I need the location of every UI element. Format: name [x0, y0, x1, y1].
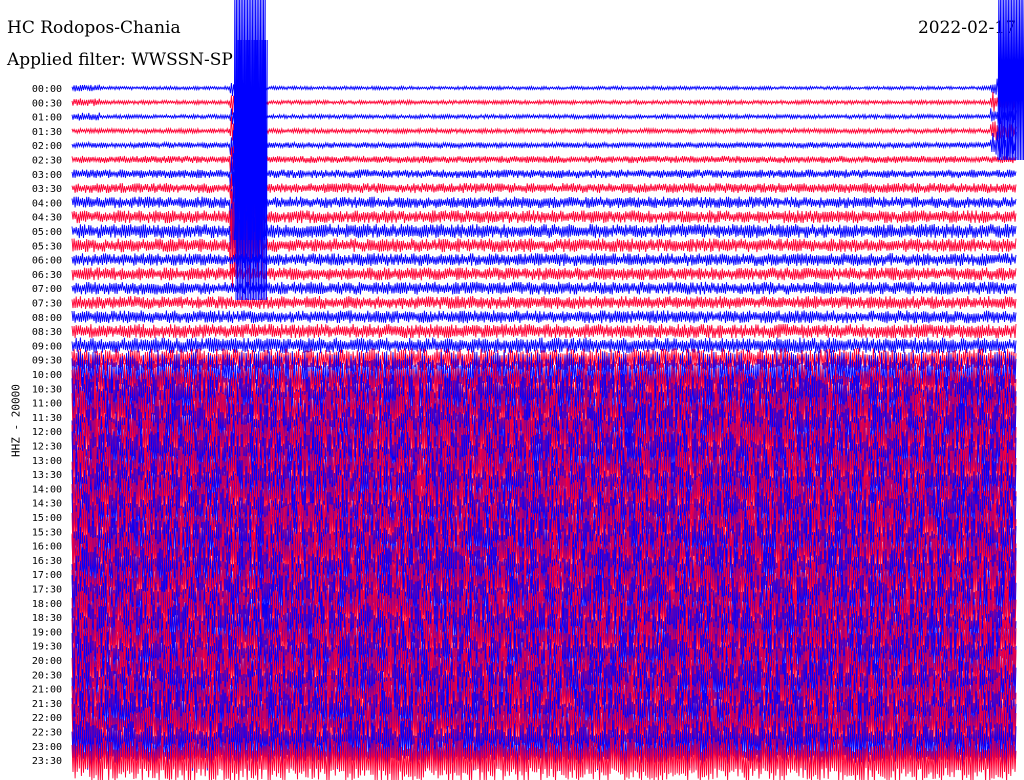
row-time-label: 18:00 — [32, 599, 62, 610]
row-time-label: 06:30 — [32, 270, 62, 281]
row-time-label: 13:00 — [32, 456, 62, 467]
row-time-label: 22:00 — [32, 713, 62, 724]
row-time-label: 03:30 — [32, 184, 62, 195]
row-time-label: 04:00 — [32, 198, 62, 209]
row-time-label: 06:00 — [32, 256, 62, 267]
row-time-label: 21:00 — [32, 685, 62, 696]
trace-line — [71, 323, 1017, 339]
row-time-label: 09:00 — [32, 341, 62, 352]
row-time-label: 19:30 — [32, 642, 62, 653]
row-time-label: 19:00 — [32, 627, 62, 638]
row-time-label: 02:00 — [32, 141, 62, 152]
trace-line — [71, 78, 1017, 98]
row-time-label: 11:30 — [32, 413, 62, 424]
traces — [71, 0, 1024, 780]
row-time-label: 23:30 — [32, 756, 62, 767]
row-time-label: 12:30 — [32, 442, 62, 453]
trace-line — [71, 310, 1017, 324]
row-time-label: 14:30 — [32, 499, 62, 510]
row-time-label: 15:00 — [32, 513, 62, 524]
trace-line — [71, 281, 1017, 295]
row-time-label: 02:30 — [32, 156, 62, 167]
row-time-label: 18:30 — [32, 613, 62, 624]
row-time-label: 08:30 — [32, 327, 62, 338]
row-time-label: 01:00 — [32, 113, 62, 124]
row-time-label: 01:30 — [32, 127, 62, 138]
row-time-label: 14:00 — [32, 484, 62, 495]
trace-line — [71, 104, 1017, 130]
row-time-label: 10:00 — [32, 370, 62, 381]
row-time-label: 00:30 — [32, 98, 62, 109]
row-time-label: 09:30 — [32, 356, 62, 367]
row-time-label: 17:00 — [32, 570, 62, 581]
row-time-label: 13:30 — [32, 470, 62, 481]
row-time-label: 05:30 — [32, 241, 62, 252]
row-time-label: 20:30 — [32, 670, 62, 681]
row-time-label: 20:00 — [32, 656, 62, 667]
trace-line — [71, 253, 1017, 267]
row-time-label: 22:30 — [32, 728, 62, 739]
row-time-label: 17:30 — [32, 585, 62, 596]
row-time-label: 07:00 — [32, 284, 62, 295]
trace-line — [71, 267, 1017, 281]
row-time-label: 05:00 — [32, 227, 62, 238]
row-time-label: 21:30 — [32, 699, 62, 710]
trace-line — [71, 90, 1017, 115]
row-time-label: 15:30 — [32, 527, 62, 538]
row-time-label: 11:00 — [32, 399, 62, 410]
trace-line — [71, 208, 1017, 290]
row-time-label: 10:30 — [32, 384, 62, 395]
row-time-label: 23:00 — [32, 742, 62, 753]
row-time-label: 07:30 — [32, 299, 62, 310]
row-time-label: 08:00 — [32, 313, 62, 324]
trace-line — [71, 116, 1017, 146]
row-labels: 00:00 00:30 01:00 01:30 02:00 02:30 03:00 03:30… — [32, 84, 62, 767]
row-time-label: 16:30 — [32, 556, 62, 567]
row-time-label: 00:00 — [32, 84, 62, 95]
trace-line — [71, 296, 1017, 309]
row-time-label: 16:00 — [32, 542, 62, 553]
row-time-label: 12:00 — [32, 427, 62, 438]
helicorder-plot: 00:00 00:30 01:00 01:30 02:00 02:30 03:00 03:30… — [32, 0, 1024, 780]
row-time-label: 04:30 — [32, 213, 62, 224]
trace-line — [71, 160, 1017, 219]
row-time-label: 03:00 — [32, 170, 62, 181]
